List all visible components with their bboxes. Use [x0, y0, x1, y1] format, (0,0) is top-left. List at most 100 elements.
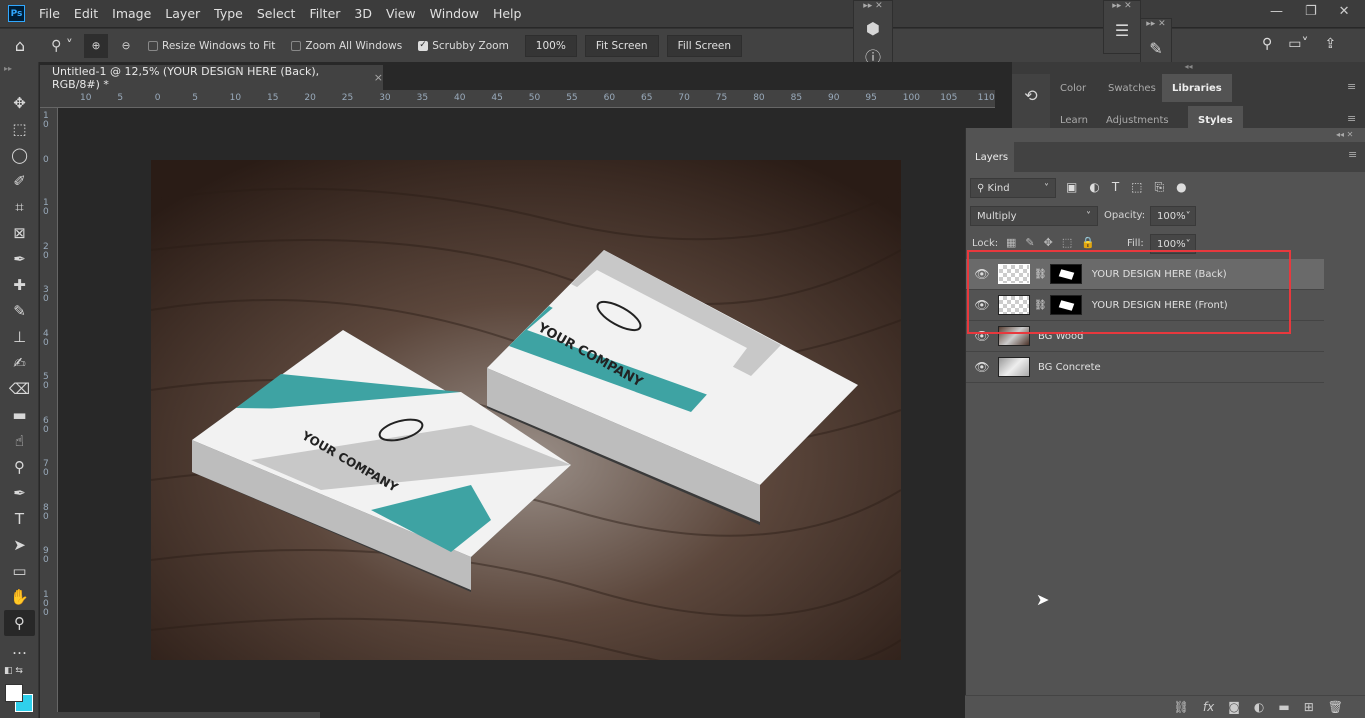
lock-position-icon[interactable]: ✥	[1044, 236, 1053, 249]
search-icon[interactable]: ⚲	[1262, 36, 1272, 52]
panel-collapse-icon[interactable]: ▸▸ ✕	[1104, 1, 1140, 11]
crop-icon[interactable]: ⌗	[0, 194, 39, 220]
menu-file[interactable]: File	[39, 6, 60, 21]
menu-view[interactable]: View	[386, 6, 416, 21]
add-mask-icon[interactable]: ◙	[1228, 700, 1240, 714]
scrubby-zoom-checkbox[interactable]: Scrubby Zoom	[418, 40, 509, 52]
fit-screen-button[interactable]: Fit Screen	[584, 34, 659, 57]
foreground-color-swatch[interactable]	[5, 684, 23, 702]
new-layer-icon[interactable]: ⊞	[1304, 700, 1314, 714]
pen-icon[interactable]: ✒	[0, 480, 39, 506]
lock-transparent-icon[interactable]: ▦	[1006, 236, 1016, 249]
menu-help[interactable]: Help	[493, 6, 522, 21]
fx-icon[interactable]: fx	[1203, 700, 1214, 714]
tab-libraries[interactable]: Libraries	[1162, 74, 1232, 102]
healing-icon[interactable]: ✚	[0, 272, 39, 298]
adjustment-filter-icon[interactable]: ◐	[1089, 180, 1099, 195]
smudge-icon[interactable]: ☝	[0, 428, 39, 454]
panel-collapse-icon[interactable]: ▸▸ ✕	[1141, 19, 1171, 29]
layers-menu-icon[interactable]: ≡	[1348, 148, 1357, 161]
eyedropper-icon[interactable]: ✒	[0, 246, 39, 272]
blend-mode-select[interactable]: Multiply ˅	[970, 206, 1098, 226]
opacity-input[interactable]: 100% ˅	[1150, 206, 1196, 226]
tab-swatches[interactable]: Swatches	[1098, 74, 1166, 102]
ruler-label: 20	[43, 241, 49, 261]
fill-screen-button[interactable]: Fill Screen	[666, 34, 743, 57]
restore-icon[interactable]: ❐	[1305, 4, 1317, 19]
path-select-icon[interactable]: ➤	[0, 532, 39, 558]
toolbar-collapse-icon[interactable]: ▸▸	[0, 62, 38, 90]
menu-type[interactable]: Type	[214, 6, 243, 21]
panel-menu-icon[interactable]: ≡	[1347, 112, 1356, 125]
close-tab-icon[interactable]: ×	[374, 71, 383, 84]
workspace-icon[interactable]: ▭˅	[1288, 36, 1308, 52]
lock-artboard-icon[interactable]: ⬚	[1062, 236, 1072, 249]
zoom-icon[interactable]: ⚲	[4, 610, 35, 636]
menu-select[interactable]: Select	[257, 6, 296, 21]
menu-filter[interactable]: Filter	[309, 6, 340, 21]
menu-edit[interactable]: Edit	[74, 6, 98, 21]
share-icon[interactable]: ⇪	[1325, 36, 1337, 52]
menu-window[interactable]: Window	[430, 6, 479, 21]
rectangle-icon[interactable]: ▭	[0, 558, 39, 584]
ruler-label: 65	[641, 93, 653, 103]
history-brush-icon[interactable]: ✍	[0, 350, 39, 376]
brush-settings-icon[interactable]: ✎	[1141, 39, 1171, 58]
lock-all-icon[interactable]: 🔒	[1081, 236, 1095, 249]
lasso-icon[interactable]: ◯	[0, 142, 39, 168]
ruler-label: 50	[528, 93, 541, 103]
dodge-icon[interactable]: ⚲	[0, 454, 39, 480]
dock-collapse-icon[interactable]: ◂◂	[1012, 62, 1365, 72]
menu-layer[interactable]: Layer	[165, 6, 200, 21]
menu-image[interactable]: Image	[112, 6, 151, 21]
layer-row-bg-concrete[interactable]: 👁 BG Concrete	[966, 352, 1324, 383]
history-icon[interactable]: ⟲	[1012, 74, 1050, 128]
pixel-filter-icon[interactable]: ▣	[1066, 180, 1077, 195]
panel-collapse-icon[interactable]: ▸▸ ✕	[854, 1, 892, 11]
move-icon[interactable]: ✥	[0, 90, 39, 116]
visibility-eye-icon[interactable]: 👁	[966, 360, 998, 374]
link-layers-icon[interactable]: ⛓	[1174, 700, 1189, 714]
home-icon[interactable]: ⌂	[0, 36, 40, 55]
shape-filter-icon[interactable]: ⬚	[1131, 180, 1142, 195]
brush-icon[interactable]: ✎	[0, 298, 39, 324]
menu-3d[interactable]: 3D	[354, 6, 372, 21]
default-colors-icon[interactable]: ◧ ⇆	[4, 666, 23, 676]
resize-windows-checkbox[interactable]: Resize Windows to Fit	[148, 40, 275, 52]
more-icon[interactable]: …	[0, 636, 39, 662]
hand-icon[interactable]: ✋	[0, 584, 39, 610]
panel-collapse-icon[interactable]: ◂◂ ✕	[1336, 130, 1353, 139]
highlight-box	[967, 250, 1291, 334]
filter-toggle-icon[interactable]: ●	[1176, 180, 1186, 195]
adjustment-layer-icon[interactable]: ◐	[1254, 700, 1264, 714]
document-tab[interactable]: Untitled-1 @ 12,5% (YOUR DESIGN HERE (Ba…	[40, 65, 383, 91]
filter-kind-select[interactable]: ⚲ Kind ˅	[970, 178, 1056, 198]
3d-icon[interactable]: ⬢	[854, 19, 892, 38]
zoom-in-icon[interactable]: ⊕	[84, 33, 108, 58]
minimize-icon[interactable]: —	[1270, 4, 1283, 19]
lock-pixels-icon[interactable]: ✎	[1025, 236, 1034, 249]
document-canvas[interactable]: YOUR COMPANY YOUR COMPANY	[151, 160, 901, 660]
stamp-icon[interactable]: ⊥	[0, 324, 39, 350]
zoom-100-button[interactable]: 100%	[524, 34, 577, 57]
gradient-icon[interactable]: ▬	[0, 402, 39, 428]
smart-object-filter-icon[interactable]: ⎘	[1155, 180, 1165, 195]
eraser-icon[interactable]: ⌫	[0, 376, 39, 402]
quick-select-icon[interactable]: ✐	[0, 168, 39, 194]
ruler-label: 110	[977, 93, 995, 103]
zoom-tool-preset-icon[interactable]: ⚲ ˅	[40, 38, 84, 54]
panel-menu-icon[interactable]: ≡	[1347, 80, 1356, 93]
marquee-icon[interactable]: ⬚	[0, 116, 39, 142]
properties-icon[interactable]: ☰	[1104, 21, 1140, 40]
new-group-icon[interactable]: ▬	[1278, 700, 1289, 714]
type-filter-icon[interactable]: T	[1112, 180, 1119, 195]
type-icon[interactable]: T	[0, 506, 39, 532]
trash-icon[interactable]: 🗑	[1328, 700, 1343, 714]
frame-icon[interactable]: ⊠	[0, 220, 39, 246]
tab-color[interactable]: Color	[1050, 74, 1096, 102]
close-window-icon[interactable]: ✕	[1339, 4, 1350, 19]
zoom-all-windows-checkbox[interactable]: Zoom All Windows	[291, 40, 402, 52]
chevron-down-icon: ˅	[1185, 238, 1191, 250]
zoom-out-icon[interactable]: ⊖	[114, 40, 138, 52]
tab-layers[interactable]: Layers	[966, 142, 1014, 172]
